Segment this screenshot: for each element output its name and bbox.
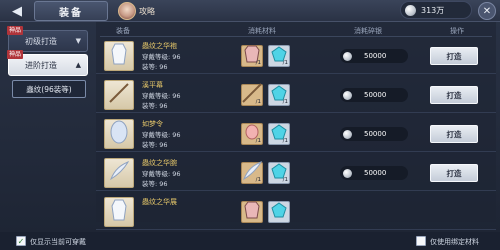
- equipment-slot[interactable]: [104, 197, 134, 227]
- wear-level: 穿戴等级: 96: [142, 53, 181, 61]
- silver-balance: 313万: [400, 1, 472, 19]
- rare-badge: 神品: [7, 26, 24, 35]
- page-title: 装备: [34, 1, 108, 21]
- equipment-name: 蟲纹之华袍: [142, 42, 177, 50]
- material-slot[interactable]: /1: [241, 83, 263, 106]
- header-materials: 消耗材料: [248, 27, 276, 35]
- sidebar-item-label: 初级打造: [25, 36, 57, 46]
- staff-icon: [107, 81, 131, 109]
- silver-coin-icon: [343, 129, 352, 139]
- strategy-button[interactable]: 攻略: [118, 2, 166, 20]
- material-count: /1: [282, 99, 288, 105]
- show-wearable-label: 仅显示当前可穿戴: [30, 238, 86, 246]
- strategy-label: 攻略: [139, 6, 155, 16]
- equipment-name: 蟲纹之华展: [142, 198, 177, 206]
- gear-level: 装等: 96: [142, 63, 168, 71]
- use-bound-checkbox[interactable]: [416, 236, 426, 246]
- equipment-slot[interactable]: [104, 119, 134, 149]
- sidebar-item-label: 进阶打造: [25, 60, 57, 70]
- forge-button[interactable]: 打造: [430, 125, 478, 143]
- sidebar-subitem-pattern-96[interactable]: 蟲纹(96装等): [12, 80, 86, 98]
- gear-level: 装等: 96: [142, 180, 168, 188]
- silver-cost: 50000: [340, 88, 408, 102]
- back-arrow-icon: ◀: [12, 3, 22, 19]
- fan-icon: [108, 120, 130, 148]
- divider: [100, 36, 492, 37]
- material-count: /1: [255, 138, 261, 144]
- header-equipment: 装备: [116, 27, 130, 35]
- silver-cost: 50000: [340, 49, 408, 63]
- equipment-name: 蟲纹之华腕: [142, 159, 177, 167]
- equipment-slot[interactable]: [104, 158, 134, 188]
- chevron-up-icon: ▲: [75, 61, 81, 69]
- chevron-down-icon: ▼: [75, 37, 81, 45]
- silver-cost: 50000: [340, 127, 408, 141]
- gear-level: 装等: 96: [142, 141, 168, 149]
- table-row: 如梦令穿戴等级: 96 装等: 96/1/1 50000 打造: [96, 116, 496, 152]
- material-slot[interactable]: /1: [241, 160, 263, 184]
- silver-coin-icon: [343, 90, 352, 100]
- silver-balance-value: 313万: [421, 5, 445, 15]
- bottom-bar: ✓ 仅显示当前可穿戴 仅使用绑定材料: [0, 232, 500, 250]
- forge-button[interactable]: 打造: [430, 47, 478, 65]
- material-count: /1: [282, 138, 288, 144]
- gem-icon: [271, 202, 287, 222]
- close-button[interactable]: ✕: [478, 2, 496, 20]
- header-action: 操作: [450, 27, 464, 35]
- table-row: 蟲纹之华腕穿戴等级: 96 装等: 96/1/1 50000 打造: [96, 155, 496, 191]
- silver-cost-value: 50000: [364, 52, 387, 60]
- sidebar-item-basic-forge[interactable]: 神品 初级打造 ▼: [7, 26, 88, 52]
- robe-icon: [109, 198, 129, 226]
- gear-level: 装等: 96: [142, 102, 168, 110]
- material-slot[interactable]: /1: [268, 162, 290, 184]
- forge-button[interactable]: 打造: [430, 164, 478, 182]
- forge-list-panel: 装备 消耗材料 消耗碎银 操作 蟲纹之华袍穿戴等级: 96 装等: 96/1/1 5…: [96, 22, 496, 230]
- forge-window: ◀ 装备 攻略 313万 ✕ 神品 初级打造 ▼ 神品 进阶打造 ▲ 蟲纹(96…: [0, 0, 500, 250]
- material-count: /1: [255, 99, 261, 105]
- material-slot[interactable]: /1: [241, 123, 263, 145]
- equipment-name: 溪平幕: [142, 81, 163, 89]
- material-slot[interactable]: /1: [268, 84, 290, 106]
- use-bound-label: 仅使用绑定材料: [430, 238, 479, 246]
- header-silver: 消耗碎银: [354, 27, 382, 35]
- silver-cost-value: 50000: [364, 169, 387, 177]
- top-bar: ◀ 装备 攻略 313万 ✕: [0, 0, 500, 22]
- silver-coin-icon: [343, 168, 352, 178]
- silver-cost-value: 50000: [364, 91, 387, 99]
- armor-icon: [244, 201, 260, 223]
- equipment-name: 如梦令: [142, 120, 163, 128]
- material-slot[interactable]: /1: [268, 123, 290, 145]
- material-count: /1: [282, 60, 288, 66]
- show-wearable-checkbox[interactable]: ✓: [16, 236, 26, 246]
- sidebar: 神品 初级打造 ▼ 神品 进阶打造 ▲ 蟲纹(96装等): [0, 22, 92, 222]
- table-row: 溪平幕穿戴等级: 96 装等: 96/1/1 50000 打造: [96, 77, 496, 113]
- feather-icon: [107, 159, 131, 187]
- silver-cost: 50000: [340, 166, 408, 180]
- material-count: /1: [282, 177, 288, 183]
- equipment-slot[interactable]: [104, 41, 134, 71]
- avatar: [118, 2, 136, 20]
- silver-cost-value: 50000: [364, 130, 387, 138]
- rare-badge: 神品: [7, 50, 24, 59]
- wear-level: 穿戴等级: 96: [142, 131, 181, 139]
- material-slot[interactable]: /1: [268, 45, 290, 67]
- equipment-slot[interactable]: [104, 80, 134, 110]
- table-row: 蟲纹之华袍穿戴等级: 96 装等: 96/1/1 50000 打造: [96, 38, 496, 74]
- material-slot[interactable]: /1: [241, 45, 263, 67]
- material-slot[interactable]: [268, 201, 290, 223]
- material-count: /1: [255, 60, 261, 66]
- forge-button[interactable]: 打造: [430, 86, 478, 104]
- robe-icon: [109, 42, 129, 70]
- table-row: 蟲纹之华展: [96, 194, 496, 230]
- material-count: /1: [255, 177, 261, 183]
- back-button[interactable]: ◀: [4, 2, 30, 20]
- wear-level: 穿戴等级: 96: [142, 92, 181, 100]
- wear-level: 穿戴等级: 96: [142, 170, 181, 178]
- close-icon: ✕: [482, 5, 492, 17]
- silver-coin-icon: [343, 51, 352, 61]
- silver-coin-icon: [405, 4, 416, 16]
- sidebar-item-advanced-forge[interactable]: 神品 进阶打造 ▲: [7, 50, 88, 76]
- material-slot[interactable]: [241, 201, 263, 223]
